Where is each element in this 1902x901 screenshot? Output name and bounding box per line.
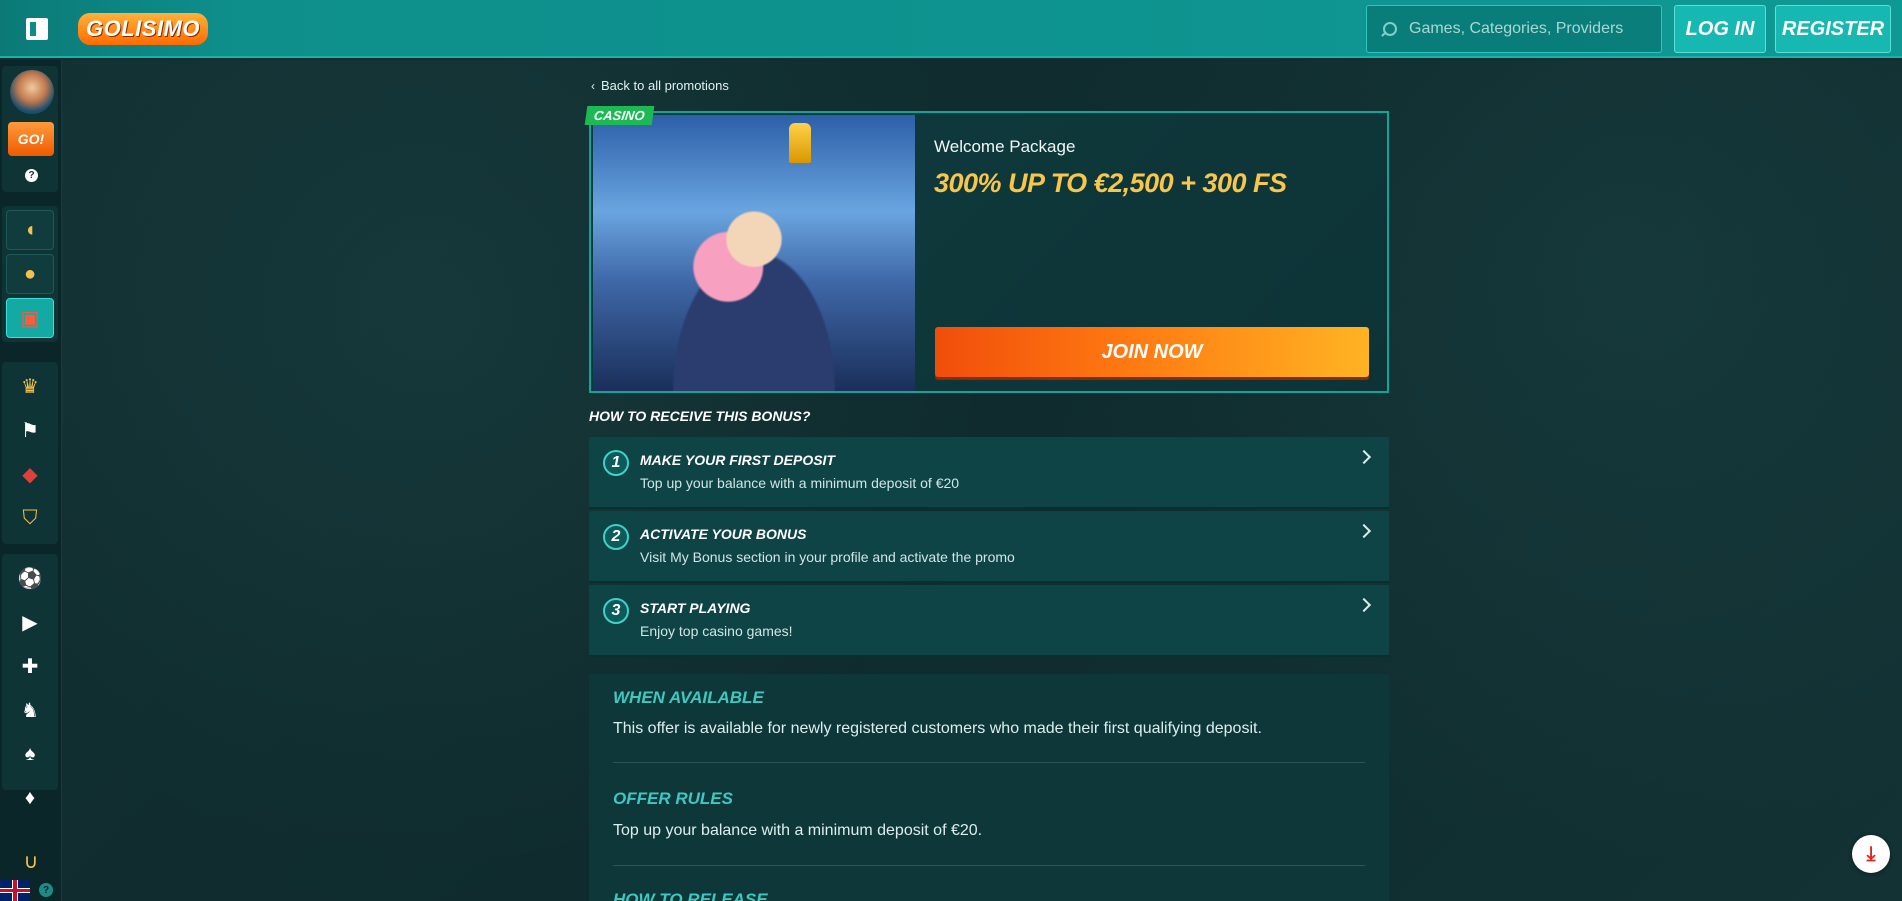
support-help-icon[interactable]: ?: [39, 883, 53, 897]
trophy-illustration: [789, 123, 811, 163]
step-title: START PLAYING: [640, 600, 751, 616]
when-available-text: This offer is available for newly regist…: [613, 720, 1262, 737]
horseshoe-icon[interactable]: ∪: [7, 844, 55, 878]
how-to-receive-title: HOW TO RECEIVE THIS BONUS?: [589, 408, 811, 424]
category-tag: CASINO: [584, 106, 654, 125]
back-to-promotions-link[interactable]: ‹ Back to all promotions: [591, 78, 729, 93]
sidebar-promo: GO! ?: [2, 66, 58, 192]
search-icon: [1383, 22, 1397, 36]
package-offer: 300% UP TO €2,500 + 300 FS: [934, 168, 1287, 198]
bag-icon[interactable]: ◆: [6, 454, 54, 494]
soccer-ball-icon[interactable]: ⚽: [6, 558, 54, 598]
gift-icon[interactable]: ▣: [6, 298, 54, 338]
offer-rules-text: Top up your balance with a minimum depos…: [613, 822, 983, 839]
chevron-right-icon: [1356, 523, 1372, 539]
step-number: 2: [603, 524, 629, 550]
trophy-icon[interactable]: ♛: [6, 366, 54, 406]
video-icon[interactable]: ▶: [6, 602, 54, 642]
step-row[interactable]: 1 MAKE YOUR FIRST DEPOSIT Top up your ba…: [589, 437, 1389, 509]
mascot-avatar[interactable]: [10, 70, 54, 114]
cards-icon[interactable]: ♠: [6, 734, 54, 774]
step-title: MAKE YOUR FIRST DEPOSIT: [640, 452, 835, 468]
step-description: Top up your balance with a minimum depos…: [640, 475, 960, 491]
when-available-heading: WHEN AVAILABLE: [613, 688, 764, 707]
promo-terms-panel: WHEN AVAILABLE This offer is available f…: [589, 674, 1389, 901]
how-to-release-heading: HOW TO RELEASE: [613, 890, 768, 901]
vip-shield-icon[interactable]: ⛉: [6, 498, 54, 538]
back-link-label: Back to all promotions: [601, 78, 729, 93]
site-logo[interactable]: GOLISIMO: [78, 13, 208, 45]
race-flag-icon[interactable]: ⚑: [6, 410, 54, 450]
step-number: 3: [603, 598, 629, 624]
pdf-download-icon[interactable]: ⤓: [1852, 835, 1890, 873]
pacman-icon[interactable]: ◖: [6, 210, 54, 250]
step-description: Enjoy top casino games!: [640, 623, 793, 639]
promo-hero-image: [593, 115, 915, 391]
go-button[interactable]: GO!: [8, 122, 54, 156]
package-name: Welcome Package: [934, 137, 1076, 156]
step-title: ACTIVATE YOUR BONUS: [640, 526, 807, 542]
sidebar-group-competitions: ♛ ⚑ ◆ ⛉: [2, 362, 58, 544]
search-input[interactable]: [1409, 20, 1639, 38]
horse-icon[interactable]: ♞: [6, 690, 54, 730]
sidebar-toggle-icon[interactable]: [26, 18, 48, 40]
gamepad-icon[interactable]: ✚: [6, 646, 54, 686]
offer-rules-heading: OFFER RULES: [613, 789, 733, 808]
chevron-right-icon: [1356, 597, 1372, 613]
help-icon[interactable]: ?: [25, 169, 38, 182]
login-button[interactable]: LOG IN: [1674, 5, 1766, 53]
section-divider: [613, 762, 1365, 763]
step-row[interactable]: 2 ACTIVATE YOUR BONUS Visit My Bonus sec…: [589, 511, 1389, 583]
language-flag-icon[interactable]: [0, 880, 30, 901]
sidebar-group-main: ◖ ● ▣: [2, 206, 58, 342]
promo-card: Welcome Package 300% UP TO €2,500 + 300 …: [589, 111, 1389, 393]
step-description: Visit My Bonus section in your profile a…: [640, 549, 1015, 565]
register-button[interactable]: REGISTER: [1775, 5, 1891, 53]
top-header: GOLISIMO LOG IN REGISTER: [0, 0, 1902, 58]
playing-card-icon[interactable]: ♦: [6, 778, 54, 818]
left-sidebar: GO! ? ◖ ● ▣ ♛ ⚑ ◆ ⛉ ⚽ ▶ ✚ ♞ ♠ ♦ ∪ ?: [0, 60, 62, 901]
chevron-left-icon: ‹: [591, 78, 595, 93]
sidebar-group-games: ⚽ ▶ ✚ ♞ ♠ ♦: [2, 554, 58, 809]
section-divider: [613, 865, 1365, 866]
chevron-right-icon: [1356, 449, 1372, 465]
medal-icon[interactable]: ●: [6, 254, 54, 294]
join-now-button[interactable]: JOIN NOW: [935, 327, 1369, 377]
search-box[interactable]: [1366, 5, 1662, 53]
step-number: 1: [603, 450, 629, 476]
step-row[interactable]: 3 START PLAYING Enjoy top casino games!: [589, 585, 1389, 657]
